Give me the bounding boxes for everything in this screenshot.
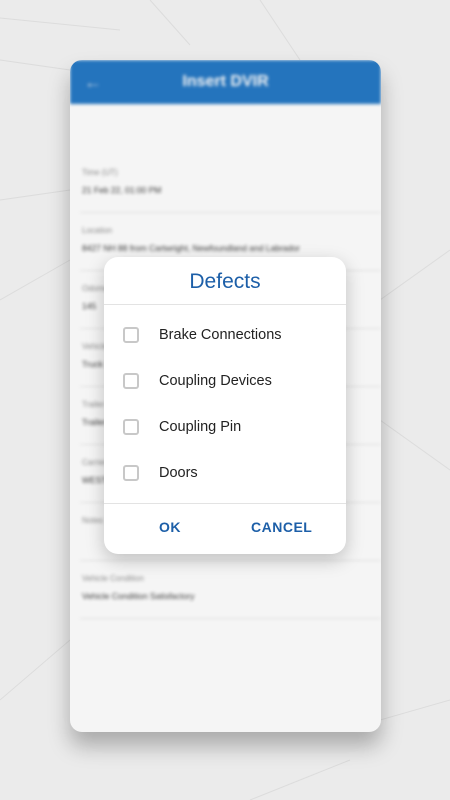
ok-button[interactable]: OK [153, 518, 187, 536]
defects-dialog: Defects Brake Connections Coupling Devic… [104, 257, 346, 554]
dialog-actions: OK CANCEL [104, 503, 346, 554]
checkbox-icon[interactable] [123, 465, 139, 481]
option-label: Brake Connections [159, 327, 282, 343]
checkbox-icon[interactable] [123, 373, 139, 389]
option-label: Doors [159, 465, 198, 481]
option-label: Coupling Pin [159, 419, 242, 435]
checkbox-icon[interactable] [123, 327, 139, 343]
option-label: Coupling Devices [159, 373, 272, 389]
defect-options-list: Brake Connections Coupling Devices Coupl… [104, 312, 346, 496]
cancel-button[interactable]: CANCEL [245, 518, 318, 536]
dialog-title: Defects [104, 257, 346, 305]
checkbox-icon[interactable] [123, 419, 139, 435]
defect-option-doors[interactable]: Doors [104, 450, 346, 496]
defect-option-brake-connections[interactable]: Brake Connections [104, 312, 346, 358]
defect-option-coupling-pin[interactable]: Coupling Pin [104, 404, 346, 450]
defect-option-coupling-devices[interactable]: Coupling Devices [104, 358, 346, 404]
